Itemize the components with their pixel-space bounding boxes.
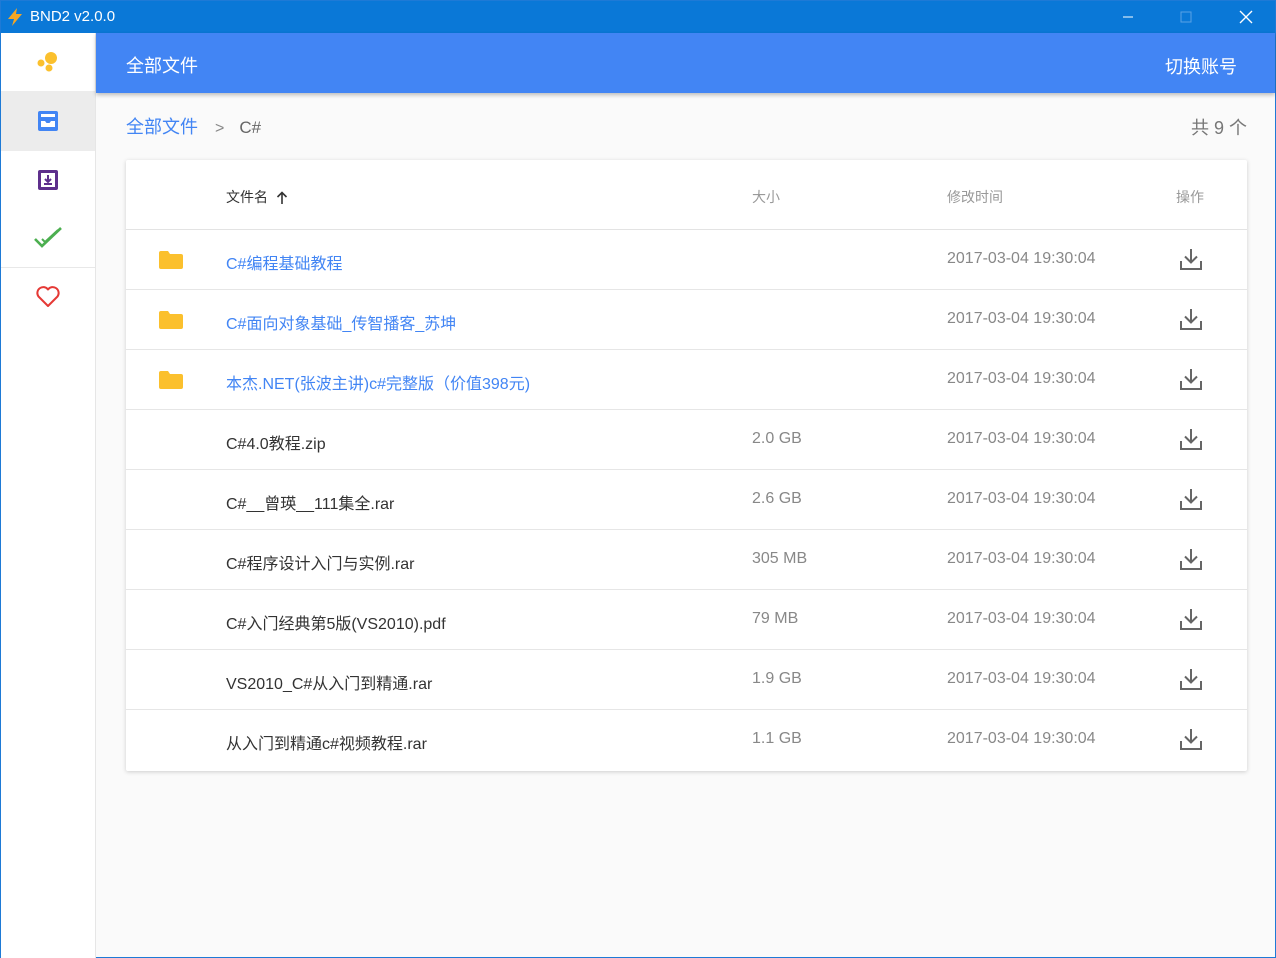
check-icon: [34, 227, 62, 248]
folder-name-link[interactable]: 本杰.NET(张波主讲)c#完整版（价值398元): [226, 370, 530, 394]
close-button[interactable]: [1217, 1, 1275, 33]
breadcrumb-separator: >: [215, 120, 225, 137]
modified-time: 2017-03-04 19:30:04: [947, 490, 1096, 507]
file-size: 1.9 GB: [752, 670, 802, 687]
file-size: 2.0 GB: [752, 430, 802, 447]
logo-icon: [37, 52, 57, 72]
page-header: 全部文件 切换账号: [96, 33, 1275, 93]
download-box-icon: [38, 170, 58, 190]
folder-name-link[interactable]: C#编程基础教程: [226, 250, 342, 274]
folder-icon: [159, 371, 183, 389]
download-icon[interactable]: [1178, 306, 1204, 332]
column-header-modified[interactable]: 修改时间: [947, 187, 1003, 207]
modified-time: 2017-03-04 19:30:04: [947, 310, 1096, 327]
file-name: C#4.0教程.zip: [226, 436, 326, 453]
file-row[interactable]: C#__曾瑛__111集全.rar 2.6 GB 2017-03-04 19:30:…: [126, 470, 1247, 530]
sidebar: [1, 33, 96, 958]
app-window: BND2 v2.0.0 全部文件 切换账号 全部文件 > C# 共 9 个 文件…: [0, 0, 1276, 958]
maximize-icon: [1180, 11, 1192, 23]
heart-icon: [36, 285, 60, 307]
download-icon[interactable]: [1178, 486, 1204, 512]
column-header-name[interactable]: 文件名: [226, 187, 288, 207]
column-header-name-label: 文件名: [226, 189, 268, 205]
modified-time: 2017-03-04 19:30:04: [947, 670, 1096, 687]
download-icon[interactable]: [1178, 366, 1204, 392]
file-name: VS2010_C#从入门到精通.rar: [226, 676, 433, 693]
download-icon[interactable]: [1178, 246, 1204, 272]
table-header: 文件名 大小 修改时间 操作: [126, 160, 1247, 230]
maximize-button[interactable]: [1157, 1, 1215, 33]
folder-icon: [159, 311, 183, 329]
folder-icon: [159, 251, 183, 269]
minimize-icon: [1123, 16, 1133, 18]
folder-name-link[interactable]: C#面向对象基础_传智播客_苏坤: [226, 310, 456, 334]
download-icon[interactable]: [1178, 606, 1204, 632]
file-size: 1.1 GB: [752, 730, 802, 747]
download-icon[interactable]: [1178, 546, 1204, 572]
breadcrumb: 全部文件 > C#: [126, 113, 261, 139]
title-bar[interactable]: BND2 v2.0.0: [1, 1, 1275, 33]
column-header-size[interactable]: 大小: [752, 187, 780, 207]
file-row[interactable]: C#程序设计入门与实例.rar 305 MB 2017-03-04 19:30:04: [126, 530, 1247, 590]
sort-ascending-icon: [276, 191, 288, 205]
file-name: 从入门到精通c#视频教程.rar: [226, 736, 427, 753]
download-icon[interactable]: [1178, 726, 1204, 752]
close-icon: [1239, 10, 1253, 24]
column-header-action: 操作: [1176, 189, 1204, 205]
modified-time: 2017-03-04 19:30:04: [947, 370, 1096, 387]
sidebar-item-downloading[interactable]: [1, 151, 95, 209]
folder-row[interactable]: C#编程基础教程 2017-03-04 19:30:04: [126, 230, 1247, 290]
header-title: 全部文件: [126, 56, 198, 76]
folder-row[interactable]: C#面向对象基础_传智播客_苏坤 2017-03-04 19:30:04: [126, 290, 1247, 350]
file-row[interactable]: VS2010_C#从入门到精通.rar 1.9 GB 2017-03-04 19:3…: [126, 650, 1247, 710]
file-row[interactable]: C#入门经典第5版(VS2010).pdf 79 MB 2017-03-04 19:…: [126, 590, 1247, 650]
breadcrumb-root-link[interactable]: 全部文件: [126, 117, 198, 137]
file-size: 305 MB: [752, 550, 808, 567]
download-icon[interactable]: [1178, 426, 1204, 452]
modified-time: 2017-03-04 19:30:04: [947, 730, 1096, 747]
modified-time: 2017-03-04 19:30:04: [947, 250, 1096, 267]
item-count: 共 9 个: [1190, 118, 1247, 138]
file-name: C#程序设计入门与实例.rar: [226, 556, 415, 573]
file-name: C#__曾瑛__111集全.rar: [226, 496, 395, 513]
sidebar-item-favorites[interactable]: [1, 267, 95, 325]
sidebar-item-completed[interactable]: [1, 209, 95, 267]
sidebar-logo: [1, 33, 95, 91]
window-title: BND2 v2.0.0: [30, 8, 116, 25]
sidebar-item-files[interactable]: [1, 91, 95, 151]
minimize-button[interactable]: [1099, 1, 1157, 33]
file-row[interactable]: 从入门到精通c#视频教程.rar 1.1 GB 2017-03-04 19:30:0…: [126, 710, 1247, 770]
file-size: 2.6 GB: [752, 490, 802, 507]
download-icon[interactable]: [1178, 666, 1204, 692]
modified-time: 2017-03-04 19:30:04: [947, 610, 1096, 627]
folder-row[interactable]: 本杰.NET(张波主讲)c#完整版（价值398元) 2017-03-04 19:3…: [126, 350, 1247, 410]
breadcrumb-current: C#: [239, 118, 262, 137]
file-size: 79 MB: [752, 610, 799, 627]
lightning-icon: [8, 8, 22, 26]
switch-account-button[interactable]: 切换账号: [1165, 53, 1237, 79]
file-name: C#入门经典第5版(VS2010).pdf: [226, 616, 446, 633]
modified-time: 2017-03-04 19:30:04: [947, 430, 1096, 447]
file-row[interactable]: C#4.0教程.zip 2.0 GB 2017-03-04 19:30:04: [126, 410, 1247, 470]
file-table: 文件名 大小 修改时间 操作 C#编程基础教程 2017-03-04 19:30:…: [126, 160, 1247, 771]
file-tray-icon: [38, 111, 58, 131]
modified-time: 2017-03-04 19:30:04: [947, 550, 1096, 567]
